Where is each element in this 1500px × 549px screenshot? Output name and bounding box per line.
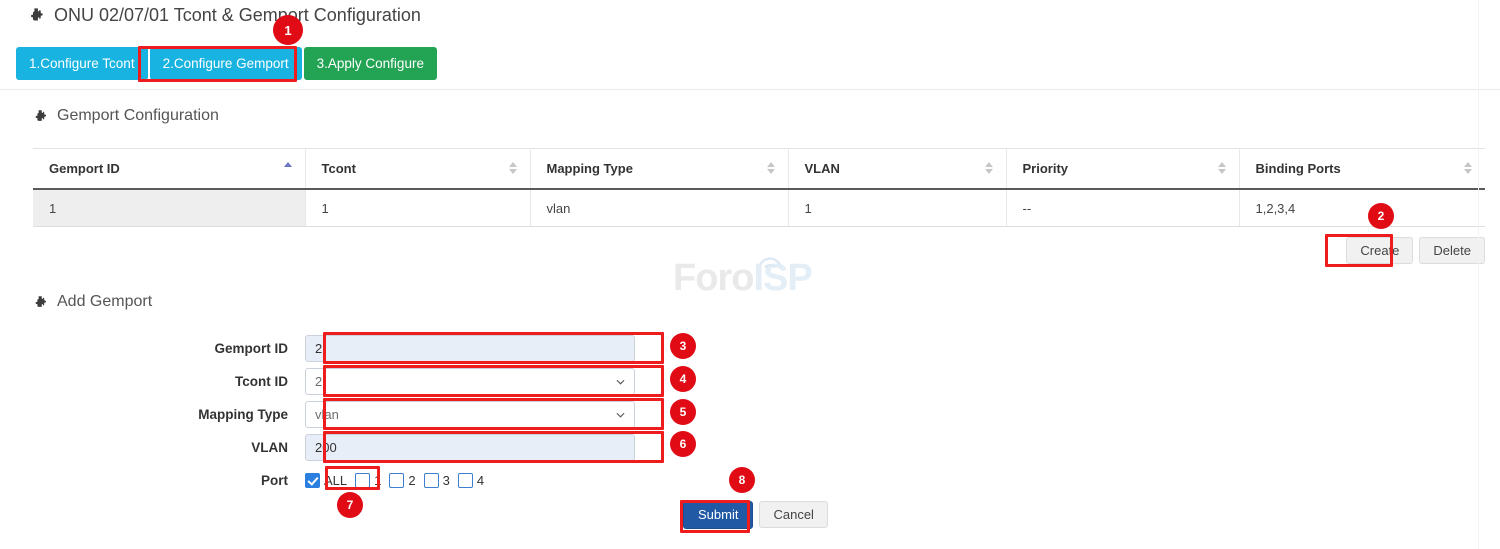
sort-indicator-mapping-type[interactable] (767, 162, 776, 176)
form-row-gemport-id: Gemport ID (0, 332, 1500, 364)
page-right-rule (1478, 0, 1479, 549)
form-row-mapping-type: Mapping Type vlan (0, 398, 1500, 430)
puzzle-icon (33, 109, 48, 124)
label-mapping-type: Mapping Type (0, 407, 305, 422)
form-row-tcont-id: Tcont ID 2 (0, 365, 1500, 397)
sort-indicator-priority[interactable] (1218, 162, 1227, 176)
wifi-arc-icon (757, 254, 783, 268)
column-header-gemport-id[interactable]: Gemport ID (33, 149, 305, 190)
vlan-input[interactable] (305, 434, 635, 461)
port-checkbox-1[interactable] (355, 473, 370, 488)
header-divider (0, 89, 1500, 90)
port-label-3: 3 (443, 473, 450, 488)
table-header-row: Gemport ID Tcont Mapping Type VLAN Prior… (33, 149, 1485, 190)
tab-apply-configure[interactable]: 3.Apply Configure (304, 47, 437, 80)
cell-priority: -- (1006, 189, 1239, 227)
delete-button[interactable]: Delete (1419, 237, 1485, 264)
port-checkbox-2[interactable] (389, 473, 404, 488)
grid-action-buttons: Create Delete (1346, 237, 1485, 264)
form-row-port: Port ALL 1 2 3 4 (0, 464, 1500, 496)
column-header-priority[interactable]: Priority (1006, 149, 1239, 190)
watermark-text-foro: Foro (673, 257, 753, 299)
step-tabbar: 1.Configure Tcont 2.Configure Gemport 3.… (16, 47, 437, 80)
sort-indicator-tcont[interactable] (509, 162, 518, 176)
port-label-1: 1 (374, 473, 381, 488)
cell-gemport-id: 1 (33, 189, 305, 227)
column-header-tcont[interactable]: Tcont (305, 149, 530, 190)
page-title-text: ONU 02/07/01 Tcont & Gemport Configurati… (54, 5, 421, 26)
mapping-type-select-wrap: vlan (305, 401, 635, 428)
tcont-id-select[interactable]: 2 (305, 368, 635, 395)
submit-button[interactable]: Submit (683, 501, 753, 529)
port-checkbox-all[interactable] (305, 473, 320, 488)
mapping-type-select[interactable]: vlan (305, 401, 635, 428)
form-action-buttons: Submit Cancel (683, 501, 828, 529)
puzzle-icon (33, 295, 48, 310)
column-header-binding-ports[interactable]: Binding Ports (1239, 149, 1485, 190)
create-button[interactable]: Create (1346, 237, 1413, 264)
label-tcont-id: Tcont ID (0, 374, 305, 389)
add-gemport-heading-text: Add Gemport (57, 293, 152, 311)
label-port: Port (0, 473, 305, 488)
table-row[interactable]: 1 1 vlan 1 -- 1,2,3,4 (33, 189, 1485, 227)
cell-tcont: 1 (305, 189, 530, 227)
puzzle-icon-svg (28, 7, 45, 24)
form-row-vlan: VLAN (0, 431, 1500, 463)
cancel-button[interactable]: Cancel (759, 501, 827, 528)
port-checkbox-3[interactable] (424, 473, 439, 488)
puzzle-icon (28, 7, 45, 24)
column-header-vlan[interactable]: VLAN (788, 149, 1006, 190)
gemport-id-input[interactable] (305, 335, 635, 362)
add-gemport-heading: Add Gemport (33, 293, 152, 311)
page-title: ONU 02/07/01 Tcont & Gemport Configurati… (28, 5, 421, 26)
label-vlan: VLAN (0, 440, 305, 455)
port-label-all: ALL (324, 473, 347, 488)
tab-configure-tcont[interactable]: 1.Configure Tcont (16, 47, 148, 80)
foroisp-watermark: ForoISP (673, 252, 825, 304)
tcont-id-select-wrap: 2 (305, 368, 635, 395)
port-checkbox-group: ALL 1 2 3 4 (305, 473, 492, 488)
cell-mapping-type: vlan (530, 189, 788, 227)
puzzle-icon-svg (33, 109, 48, 124)
gemport-configuration-heading-text: Gemport Configuration (57, 107, 219, 125)
column-header-mapping-type[interactable]: Mapping Type (530, 149, 788, 190)
sort-indicator-vlan[interactable] (985, 162, 994, 176)
cell-vlan: 1 (788, 189, 1006, 227)
tab-configure-gemport[interactable]: 2.Configure Gemport (150, 47, 302, 80)
port-label-4: 4 (477, 473, 484, 488)
puzzle-icon-svg (33, 295, 48, 310)
sort-indicator-gemport-id[interactable] (284, 162, 293, 176)
gemport-table-wrapper: Gemport ID Tcont Mapping Type VLAN Prior… (33, 148, 1485, 227)
cell-binding-ports: 1,2,3,4 (1239, 189, 1485, 227)
gemport-configuration-heading: Gemport Configuration (33, 107, 219, 125)
sort-indicator-binding-ports[interactable] (1464, 162, 1473, 176)
port-checkbox-4[interactable] (458, 473, 473, 488)
label-gemport-id: Gemport ID (0, 341, 305, 356)
add-gemport-form: Gemport ID Tcont ID 2 Mapping Type vlan … (0, 332, 1500, 497)
gemport-table: Gemport ID Tcont Mapping Type VLAN Prior… (33, 148, 1485, 227)
port-label-2: 2 (408, 473, 415, 488)
